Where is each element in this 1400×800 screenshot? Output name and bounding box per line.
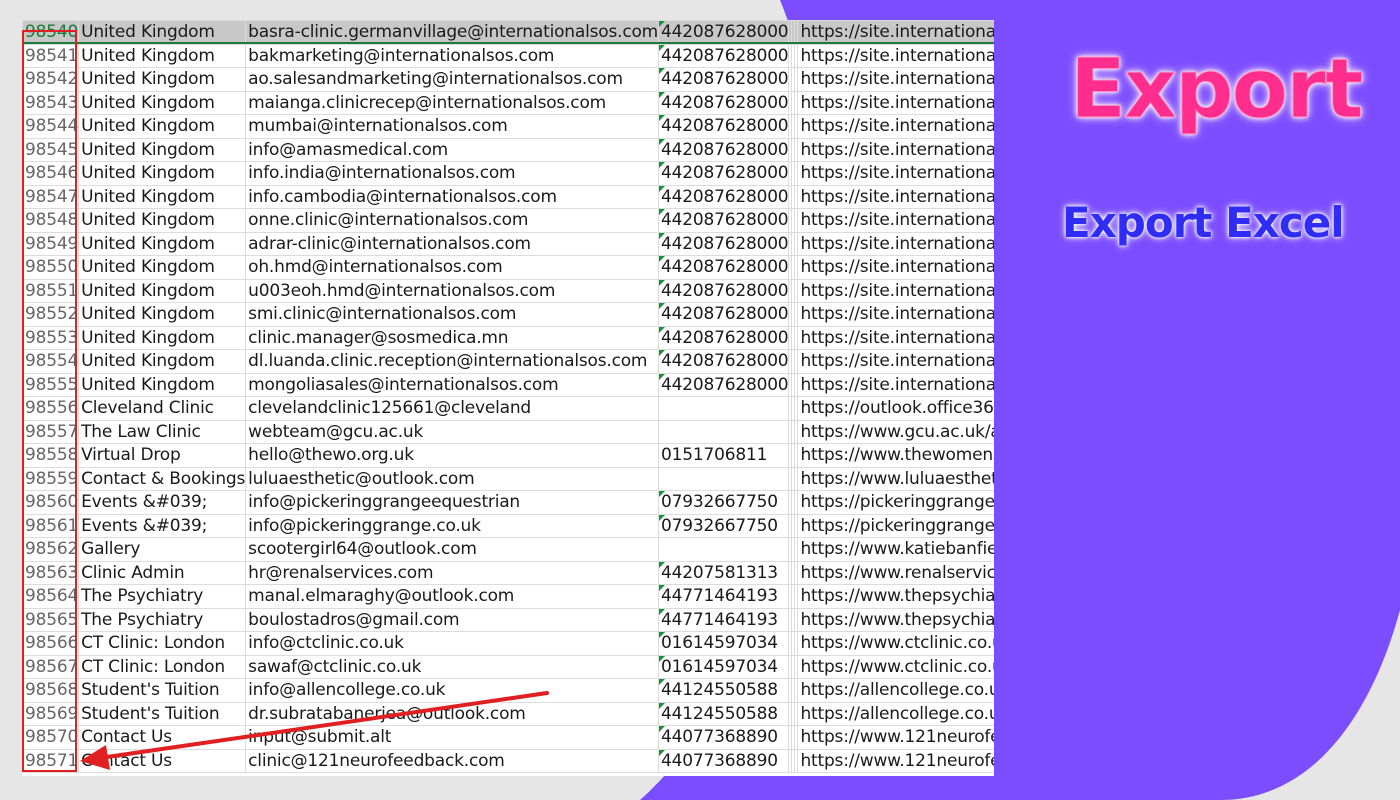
export-excel-subtitle: Export Excel (1062, 198, 1345, 247)
export-title: Export (1070, 42, 1365, 138)
